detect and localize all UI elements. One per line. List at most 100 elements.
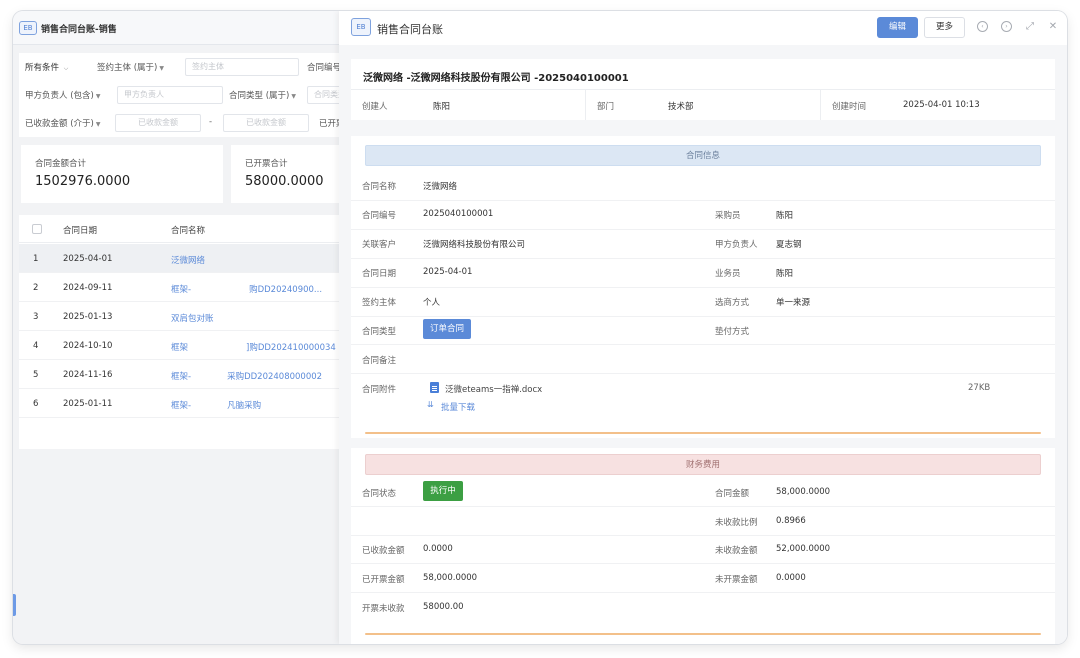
row-date: 2025-01-13 (63, 312, 113, 322)
download-icon: ⇊ (427, 400, 434, 409)
field-received-amount: 0.0000 (423, 544, 453, 554)
expand-icon[interactable]: ⤢ (1023, 20, 1037, 34)
received-filter-label[interactable]: 已收款金额 (介于) ▼ (25, 117, 100, 129)
field-label: 关联客户 (362, 240, 397, 250)
table-row[interactable]: 1 2025-04-01 泛微网络 (19, 244, 339, 273)
select-all-checkbox[interactable] (32, 224, 42, 234)
field-uninvoiced-amount: 0.0000 (776, 573, 806, 583)
caret-down-icon: ▼ (95, 93, 101, 100)
row-name-link[interactable]: 框架- 购DD20240900... (171, 283, 322, 295)
divider (351, 258, 1055, 259)
divider (351, 535, 1055, 536)
row-name-link[interactable]: 框架- 采购DD202408000002 (171, 370, 322, 382)
field-label: 签约主体 (362, 298, 397, 308)
field-unpaid-ratio: 0.8966 (776, 516, 806, 526)
row-name-link[interactable]: 双肩包对账 (171, 312, 214, 324)
close-icon[interactable]: ✕ (1046, 20, 1060, 34)
summary-card-contract-amount: 合同金额合计 1502976.0000 (21, 145, 223, 203)
table-row[interactable]: 5 2024-11-16 框架- 采购DD202408000002 (19, 360, 339, 389)
filter-panel: 所有条件 ⌵ 签约主体 (属于) ▼ 签约主体 合同编号 甲方负责人 (包含) ▼ … (19, 53, 347, 137)
row-date: 2025-01-11 (63, 399, 113, 409)
received-to-input[interactable]: 已收款金额 (223, 114, 309, 132)
divider (351, 316, 1055, 317)
field-label: 垫付方式 (715, 327, 750, 337)
app-logo: EB (19, 21, 37, 35)
row-date: 2025-04-01 (63, 254, 113, 264)
row-date: 2024-09-11 (63, 283, 113, 293)
app-window: EB 销售合同台账-销售 所有条件 ⌵ 签约主体 (属于) ▼ 签约主体 合同编号… (13, 11, 1067, 644)
batch-download-link[interactable]: 批量下载 (441, 401, 475, 413)
field-unreceived-amount: 52,000.0000 (776, 544, 831, 554)
row-date: 2024-10-10 (63, 341, 113, 351)
row-name-link[interactable]: 泛微网络 (171, 254, 205, 266)
record-meta: 创建人 陈阳 部门 技术部 创建时间 2025-04-01 10:13 (351, 90, 1055, 120)
field-label: 选商方式 (715, 298, 750, 308)
field-label: 开票未收款 (362, 604, 405, 614)
detail-panel: EB 销售合同台账 编辑 更多 ‹ › ⤢ ✕ 泛微网络 -泛微网络科技股份有限… (339, 11, 1067, 644)
table-row[interactable]: 3 2025-01-13 双肩包对账 (19, 302, 339, 331)
summary-card-invoiced: 已开票合计 58000.0000 (231, 145, 339, 203)
divider (351, 592, 1055, 593)
column-header-date[interactable]: 合同日期 (63, 224, 97, 236)
field-sign-subject: 个人 (423, 298, 441, 308)
field-supplier-method: 单一来源 (776, 298, 811, 308)
divider (351, 229, 1055, 230)
column-header-name[interactable]: 合同名称 (171, 224, 205, 236)
sign-subject-filter-label[interactable]: 签约主体 (属于) ▼ (97, 61, 164, 73)
contract-info-header[interactable]: 合同信息 (365, 145, 1041, 166)
caret-down-icon: ▼ (159, 65, 164, 72)
meta-value: 技术部 (668, 102, 694, 112)
field-label: 未开票金额 (715, 575, 758, 585)
prev-record-icon[interactable]: ‹ (977, 21, 988, 32)
finance-section: 财务费用 合同状态 执行中 合同金额 58,000.0000 未收款比例 0.8… (351, 448, 1055, 644)
summary-label: 已开票合计 (245, 159, 288, 169)
field-label: 合同日期 (362, 269, 397, 279)
field-label: 甲方负责人 (715, 240, 758, 250)
contract-type-filter-label[interactable]: 合同类型 (属于) ▼ (229, 89, 296, 101)
more-button[interactable]: 更多 (924, 17, 965, 38)
field-label: 已收款金额 (362, 546, 405, 556)
detail-header: EB 销售合同台账 编辑 更多 ‹ › ⤢ ✕ (339, 11, 1067, 45)
meta-creator: 创建人 陈阳 (351, 90, 586, 120)
table-row[interactable]: 6 2025-01-11 框架- 凡脑采购 (19, 389, 339, 418)
attachment-file-link[interactable]: 泛微eteams一指禅.docx (445, 383, 542, 395)
table-header: 合同日期 合同名称 (19, 215, 339, 243)
field-label: 业务员 (715, 269, 741, 279)
field-salesperson: 陈阳 (776, 269, 794, 279)
table-row[interactable]: 4 2024-10-10 框架]购DD202410000034 (19, 331, 339, 360)
meta-label: 部门 (597, 102, 615, 112)
field-contract-date: 2025-04-01 (423, 267, 473, 277)
summary-value: 1502976.0000 (35, 174, 131, 189)
contract-table: 合同日期 合同名称 1 2025-04-01 泛微网络 2 2024-09-11… (19, 215, 339, 449)
detail-title: 销售合同台账 (377, 23, 443, 36)
next-record-icon[interactable]: › (1001, 21, 1012, 32)
row-name-link[interactable]: 框架- 凡脑采购 (171, 399, 261, 411)
field-customer: 泛微网络科技股份有限公司 (423, 240, 526, 250)
received-from-input[interactable]: 已收款金额 (115, 114, 201, 132)
contract-type-tag: 订单合同 (423, 319, 471, 339)
sign-subject-input[interactable]: 签约主体 (185, 58, 299, 76)
field-label: 合同名称 (362, 182, 397, 192)
party-a-input[interactable]: 甲方负责人 (117, 86, 223, 104)
contract-no-filter-label[interactable]: 合同编号 (307, 61, 341, 73)
contract-info-section: 合同信息 合同名称 泛微网络 合同编号 2025040100001 采购员 陈阳… (351, 136, 1055, 438)
docx-file-icon (430, 382, 439, 393)
side-handle[interactable] (13, 594, 16, 616)
divider (351, 344, 1055, 345)
field-contract-no: 2025040100001 (423, 209, 494, 219)
list-panel: EB 销售合同台账-销售 所有条件 ⌵ 签约主体 (属于) ▼ 签约主体 合同编号… (13, 11, 347, 644)
meta-dept: 部门 技术部 (586, 90, 821, 120)
table-row[interactable]: 2 2024-09-11 框架- 购DD20240900... (19, 273, 339, 302)
row-date: 2024-11-16 (63, 370, 113, 380)
edit-button[interactable]: 编辑 (877, 17, 918, 38)
party-a-filter-label[interactable]: 甲方负责人 (包含) ▼ (25, 89, 100, 101)
row-name-link[interactable]: 框架]购DD202410000034 (171, 341, 336, 353)
all-conditions-dropdown[interactable]: 所有条件 ⌵ (25, 61, 68, 73)
divider (351, 287, 1055, 288)
finance-header[interactable]: 财务费用 (365, 454, 1041, 475)
row-number: 5 (33, 370, 39, 380)
chevron-down-icon: ⌵ (63, 65, 69, 72)
summary-value: 58000.0000 (245, 174, 324, 189)
meta-value: 陈阳 (433, 102, 451, 112)
record-title: 泛微网络 -泛微网络科技股份有限公司 -2025040100001 (363, 73, 629, 84)
